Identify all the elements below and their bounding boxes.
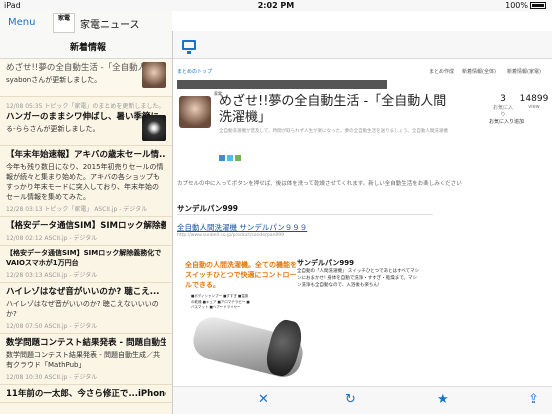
list-item[interactable]: 【格安データ通信SIM】SIMロック解除義務化でVAIOスマホが1万円台 12/… — [0, 246, 172, 283]
item-meta: 12/08 05:35 トピック「家電」のまとめを更新しました。 — [6, 103, 165, 110]
site-nav: まとめのトップ 家電 家電・AV機器 生活家電 — [177, 80, 387, 99]
twitter-icon[interactable] — [227, 155, 233, 161]
divider — [177, 214, 433, 215]
list-item[interactable]: 12/08 05:35 トピック「家電」のまとめを更新しました。 ハンガーのまま… — [0, 97, 172, 146]
list-item[interactable]: 11年前の一太郎、今さら修正で...iPhone 6のタ... — [0, 385, 172, 403]
item-thumbnail — [142, 62, 166, 88]
monitor-icon[interactable] — [182, 40, 196, 54]
battery-percent: 100% — [505, 1, 528, 10]
article-title: めざせ!!夢の全自動生活 ‐「全自動人間洗濯機」 — [219, 94, 447, 125]
item-title: 11年前の一太郎、今さら修正で...iPhone 6のタ... — [6, 389, 166, 399]
article-description: 全自動洗濯機が普及して、時間が取られず人生が楽になった。夢の全自動生活を送りまし… — [219, 129, 448, 134]
battery-icon — [530, 2, 546, 9]
list-item[interactable]: 【格安データ通信SIM】SIMロック解除義... 12/08 02:12 ASC… — [0, 217, 172, 246]
capsule-end-illustration — [262, 317, 306, 379]
views-count: 14899 — [519, 94, 549, 104]
top-link[interactable]: 新着情報(全体) — [462, 68, 496, 75]
item-body: 今年も残り数日になり、2015年初売りセールの情報が続々と集まり始めた。アキバの… — [6, 163, 164, 201]
item-title: 【格安データ通信SIM】SIMロック解除義... — [6, 221, 166, 231]
item-meta: 12/08 10:30 ASCII.jp ‐ デジタル — [6, 374, 98, 381]
article-viewer: まとめのトップ まとめ作成 新着情報(全体) 新着情報(家電) まとめのトップ家… — [172, 31, 552, 414]
app-title: 家電ニュース — [80, 20, 140, 31]
list-item[interactable]: 【年末年始速報】アキバの歳末セール情... 今年も残り数日になり、2015年初売… — [0, 146, 172, 217]
hatena-icon[interactable] — [235, 155, 241, 161]
ad-feature-list: ■ボディシャンプー ■すすぎ ■温風の乾燥 ■キュア ■アロマテラピー ■バスマ… — [191, 294, 250, 309]
item-meta: 12/28 03:13 ASCII.jp ‐ デジタル — [6, 272, 98, 279]
web-content[interactable]: まとめのトップ まとめ作成 新着情報(全体) 新着情報(家電) まとめのトップ家… — [173, 60, 552, 386]
top-link[interactable]: 新着情報(家電) — [507, 68, 541, 75]
list-item[interactable]: めざせ!!夢の全自動生活 ‐「全自動人 syabonさんが更新しました。 — [0, 59, 172, 97]
viewer-toolbar: ✕ ↻ ★ ⇪ — [173, 386, 552, 414]
product-title: サンデルパン999 — [297, 259, 354, 267]
item-meta: 12/08 02:12 ASCII.jp ‐ デジタル — [6, 235, 98, 242]
share-buttons — [219, 155, 243, 162]
star-icon[interactable]: ★ — [437, 392, 449, 407]
share-icon[interactable]: ⇪ — [528, 392, 539, 407]
product-link[interactable]: 全自動人間洗濯機 サンデルパン９９９ — [177, 222, 307, 233]
favorites-stat: 3 お気に入り — [493, 94, 513, 118]
app-logo-icon: 家電 — [53, 13, 75, 33]
article-lead: カプセルの中に入ってボタンを押せば、後は体を洗って乾燥させてくれます。新しい全自… — [177, 181, 462, 187]
viewer-top-bar — [173, 31, 552, 59]
clock: 2:02 PM — [257, 1, 295, 10]
item-meta: 12/28 03:13 トピック「家電」 ASCII.jp ‐ デジタル — [6, 206, 148, 213]
item-thumbnail — [142, 115, 166, 141]
menu-button[interactable]: Menu — [8, 17, 35, 28]
item-body: ハイレゾはなぜ音がいいのか? 聴こえないいいのか? — [6, 300, 159, 318]
views-stat: 14899 view — [517, 94, 551, 110]
item-title: 数学問題コンテスト結果発表 ‐ 問題自動生... — [6, 338, 166, 348]
product-url[interactable]: http://www.sunbell.co.jp/product/sanderp… — [177, 233, 284, 238]
section-heading: サンデルパン999 — [177, 204, 239, 213]
favorites-count: 3 — [500, 94, 506, 104]
item-body: 数学問題コンテスト結果発表 ‐ 問題自動生成／共有クラウド「MathPub」 — [6, 351, 160, 369]
item-title: ハイレゾはなぜ音がいいのか? 聴こえ... — [6, 287, 160, 297]
item-title: 【年末年始速報】アキバの歳末セール情... — [6, 150, 166, 160]
item-title: 【格安データ通信SIM】SIMロック解除義務化でVAIOスマホが1万円台 — [6, 249, 162, 267]
views-label: view — [528, 104, 540, 110]
reload-icon[interactable]: ↻ — [345, 392, 356, 407]
ad-headline: 全自動の人間洗濯機。全ての機能をスイッチひとつで快適にコントロールできる。 — [185, 261, 297, 289]
status-bar: iPad 2:02 PM 100% — [0, 0, 552, 11]
item-meta: 12/08 07:50 ASCII.jp ‐ デジタル — [6, 323, 98, 330]
product-image: 全自動の人間洗濯機。全ての機能をスイッチひとつで快適にコントロールできる。 ■ボ… — [177, 254, 421, 386]
list-item[interactable]: 数学問題コンテスト結果発表 ‐ 問題自動生... 数学問題コンテスト結果発表 ‐… — [0, 334, 172, 385]
close-icon[interactable]: ✕ — [258, 392, 269, 407]
site-logo[interactable]: まとめのトップ — [177, 68, 212, 75]
author-avatar — [179, 96, 211, 128]
battery-indicator: 100% — [505, 0, 546, 11]
favorites-label: お気に入り — [493, 105, 514, 118]
section-title: 新着情報 — [70, 43, 107, 53]
top-link[interactable]: まとめ作成 — [429, 68, 454, 75]
left-header: Menu 家電 家電ニュース 新着情報 — [0, 11, 172, 59]
product-description: 全自動の「人間洗濯機」 スイッチひとつであとはすべてマシンにおまかせ! 身体を自… — [297, 269, 420, 288]
add-favorite-button[interactable]: お気に入り追加 — [489, 118, 524, 125]
news-list-panel: Menu 家電 家電ニュース 新着情報 めざせ!!夢の全自動生活 ‐「全自動人 … — [0, 11, 172, 414]
list-item[interactable]: ハイレゾはなぜ音がいいのか? 聴こえ... ハイレゾはなぜ音がいいのか? 聴こえ… — [0, 283, 172, 334]
facebook-icon[interactable] — [219, 155, 225, 161]
